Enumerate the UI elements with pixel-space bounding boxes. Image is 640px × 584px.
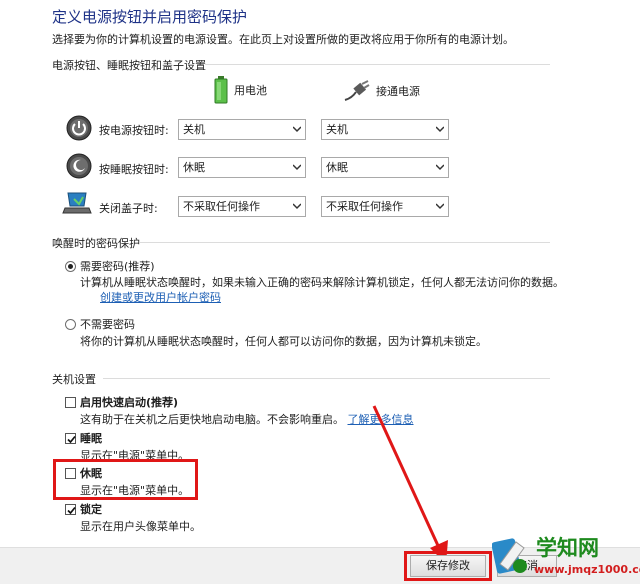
watermark-logo-icon (492, 538, 527, 574)
sleep-button-icon (66, 153, 92, 182)
lid-close-row-label: 关闭盖子时: (99, 202, 158, 215)
sleep-label[interactable]: 睡眠 (80, 430, 102, 446)
shutdown-section-label: 关机设置 (52, 373, 96, 386)
password-section-divider (140, 242, 550, 243)
power-button-icon (66, 115, 92, 144)
watermark-url: www.jmqz1000.com (534, 563, 640, 576)
hibernate-desc: 显示在"电源"菜单中。 (80, 484, 190, 497)
lock-checkbox[interactable] (65, 504, 76, 515)
chevron-down-icon (293, 126, 301, 133)
page-title: 定义电源按钮并启用密码保护 (52, 8, 248, 26)
require-password-label[interactable]: 需要密码(推荐) (80, 258, 155, 274)
no-password-desc: 将你的计算机从睡眠状态唤醒时，任何人都可以访问你的数据，因为计算机未锁定。 (80, 335, 487, 348)
password-section-label: 唤醒时的密码保护 (52, 237, 140, 250)
chevron-down-icon (293, 164, 301, 171)
select-value: 关机 (326, 123, 348, 136)
power-plug-icon (344, 80, 370, 101)
require-password-radio[interactable] (65, 261, 76, 272)
sleep-button-row-label: 按睡眠按钮时: (99, 163, 169, 176)
lid-close-plugged-select[interactable]: 不采取任何操作 (321, 196, 449, 217)
fast-startup-label[interactable]: 启用快速启动(推荐) (80, 394, 178, 410)
battery-icon (214, 76, 228, 104)
battery-column-label: 用电池 (234, 84, 267, 97)
power-button-row-label: 按电源按钮时: (99, 124, 169, 137)
hibernate-label[interactable]: 休眠 (80, 465, 102, 481)
watermark-brand: 学知网 (536, 536, 599, 560)
require-password-desc: 计算机从睡眠状态唤醒时，如果未输入正确的密码来解除计算机锁定，任何人都无法访问你… (80, 276, 564, 289)
power-section-label: 电源按钮、睡眠按钮和盖子设置 (52, 59, 206, 72)
fast-startup-checkbox[interactable] (65, 397, 76, 408)
select-value: 不采取任何操作 (326, 200, 403, 213)
select-value: 休眠 (183, 161, 205, 174)
battery-column-header: 用电池 (214, 76, 267, 104)
save-changes-button[interactable]: 保存修改 (410, 555, 486, 577)
chevron-down-icon (436, 126, 444, 133)
plugged-column-header: 接通电源 (344, 80, 420, 102)
sleep-button-battery-select[interactable]: 休眠 (178, 157, 306, 178)
select-value: 关机 (183, 123, 205, 136)
watermark: 学知网 www.jmqz1000.com (492, 530, 640, 584)
checkmark-icon (67, 435, 76, 444)
chevron-down-icon (436, 164, 444, 171)
page-subtitle: 选择要为你的计算机设置的电源设置。在此页上对设置所做的更改将应用于你所有的电源计… (52, 33, 514, 46)
checkmark-icon (67, 506, 76, 515)
lid-close-battery-select[interactable]: 不采取任何操作 (178, 196, 306, 217)
sleep-checkbox[interactable] (65, 433, 76, 444)
power-button-battery-select[interactable]: 关机 (178, 119, 306, 140)
plugged-column-label: 接通电源 (376, 85, 420, 98)
no-password-label[interactable]: 不需要密码 (80, 316, 135, 332)
lock-label[interactable]: 锁定 (80, 501, 102, 517)
shutdown-section-divider (103, 378, 550, 379)
no-password-radio[interactable] (65, 319, 76, 330)
change-password-link[interactable]: 创建或更改用户帐户密码 (100, 289, 221, 305)
sleep-button-plugged-select[interactable]: 休眠 (321, 157, 449, 178)
chevron-down-icon (293, 203, 301, 210)
laptop-lid-icon (62, 191, 92, 220)
fast-startup-desc-text: 这有助于在关机之后更快地启动电脑。不会影响重启。 (80, 413, 344, 426)
red-arrow-icon (372, 405, 448, 564)
power-button-plugged-select[interactable]: 关机 (321, 119, 449, 140)
power-section-divider (205, 64, 550, 65)
lock-desc: 显示在用户头像菜单中。 (80, 520, 201, 533)
select-value: 休眠 (326, 161, 348, 174)
chevron-down-icon (436, 203, 444, 210)
select-value: 不采取任何操作 (183, 200, 260, 213)
hibernate-checkbox[interactable] (65, 468, 76, 479)
